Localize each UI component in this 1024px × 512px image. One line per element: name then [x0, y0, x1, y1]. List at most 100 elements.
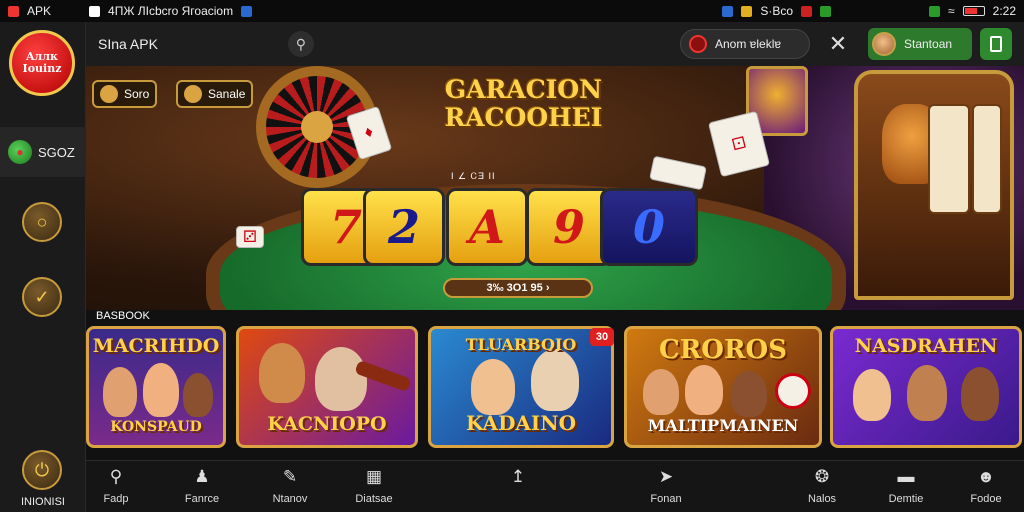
dice-icon: ⚂ [236, 226, 264, 248]
hero-subline: I ∠ ᏟƎ II [451, 171, 496, 181]
hero-title-line1: GARACION [444, 75, 603, 104]
game-card[interactable]: NASDRAHEN [830, 326, 1022, 448]
nav-item-demtie[interactable]: ▬ Demtie [876, 467, 936, 505]
status-notification-text: 4ПЖ ЛІсbcro Ягоасіоm [108, 4, 234, 18]
character-art [531, 349, 579, 411]
character-art [143, 363, 179, 417]
nav-label: Ntanov [272, 493, 308, 505]
start-button[interactable]: Stantoan [868, 28, 972, 60]
number-tile: 2 [363, 188, 445, 266]
chat-icon: ▬ [897, 467, 915, 486]
compass-icon: ❂ [814, 467, 830, 486]
app-logo[interactable]: Aллк Iouinz [9, 30, 75, 96]
nav-label: Fadp [103, 493, 129, 505]
nav-label: Fonan [650, 493, 682, 505]
status-bar: APK 4ПЖ ЛІсbcro Ягоасіоm S·Bco ≈ 2:22 [0, 0, 1024, 22]
game-icon [801, 5, 813, 17]
hero-title: GARACION RACOOHEI [431, 76, 616, 132]
nav-label: Nalos [807, 493, 837, 505]
nav-label: Demtie [888, 493, 924, 505]
nav-item-fonan[interactable]: ➤ Fonan [636, 467, 696, 505]
account-label: Anom ɐleklɐ [715, 37, 782, 51]
coin-icon [184, 85, 202, 103]
rocket-icon: ➤ [658, 467, 674, 486]
flash-icon [722, 5, 734, 17]
players-icon: ♟ [194, 467, 210, 486]
hero-banner[interactable]: Soro Sanale GARACION RACOOHEI I ∠ ᏟƎ II … [86, 66, 1024, 310]
character-art [685, 365, 723, 415]
game-title: CROROS [659, 335, 787, 365]
device-button[interactable] [980, 28, 1012, 60]
nav-item-fadp[interactable]: ⚲ Fadp [86, 467, 146, 505]
number-tile: A [446, 188, 528, 266]
sidebar-item-active[interactable]: ● SGOZ [0, 127, 86, 177]
power-button[interactable]: ⏻ [22, 450, 62, 490]
game-subtitle: KONSPAUD [110, 419, 202, 435]
game-subtitle: KADAINO [465, 411, 576, 435]
tag-button-2[interactable]: Sanale [176, 80, 254, 108]
game-card[interactable]: MACRIHDO KONSPAUD [86, 326, 226, 448]
logo-line2: Iouinz [22, 62, 62, 75]
nav-item-nalos[interactable]: ❂ Nalos [792, 467, 852, 505]
section-title: BASBOOK [96, 310, 150, 322]
sidebar-tool-button[interactable]: ✓ [22, 277, 62, 317]
ring-icon: ○ [36, 211, 48, 232]
dice-icon [775, 373, 811, 409]
account-pill[interactable]: Anom ɐleklɐ [680, 29, 810, 59]
character-art [183, 373, 213, 417]
sidebar-circle-button[interactable]: ○ [22, 202, 62, 242]
nav-item-diatsae[interactable]: ▦ Diatsae [344, 467, 404, 505]
hero-title-line2: RACOOHEI [444, 103, 603, 132]
number-tile: 0 [600, 188, 698, 266]
bluetooth-icon [241, 5, 253, 17]
character-art [907, 365, 947, 421]
tag2-label: Sanale [208, 87, 246, 101]
game-subtitle: MALTIPMAINEN [647, 416, 799, 435]
nav-label: Fodoe [970, 493, 1002, 505]
character-art [961, 367, 999, 421]
tool-icon: ✓ [34, 286, 50, 307]
tag-button-1[interactable]: Soro [92, 80, 158, 108]
nav-label: Fanrce [184, 493, 220, 505]
character-art [731, 371, 767, 417]
character-art [103, 367, 137, 417]
pencil-icon: ✎ [282, 467, 298, 486]
close-icon[interactable]: ✕ [826, 31, 850, 57]
game-card[interactable]: TLUARBOIO KADAINO [428, 326, 614, 448]
slot-reel [972, 104, 1002, 214]
coin-icon [741, 5, 753, 17]
chip-icon [100, 85, 118, 103]
phone-icon [990, 36, 1002, 52]
score-bar: 3‰ 3O1 95 › [443, 278, 593, 298]
game-title: KACNIOPO [267, 413, 387, 435]
count-badge: 30 [590, 328, 614, 346]
nav-item-fodoe[interactable]: ☻ Fodoe [956, 467, 1016, 505]
status-time: 2:22 [992, 4, 1016, 18]
record-icon [689, 35, 707, 53]
game-card[interactable]: KACNIOPO [236, 326, 418, 448]
slot-machine [854, 70, 1014, 300]
film-icon: ▦ [365, 467, 383, 486]
app-title: SIna APK [98, 36, 158, 52]
bottom-nav: ⚲ Fadp ♟ Fanrce ✎ Ntanov ▦ Diatsae ↥ ➤ F… [86, 460, 1024, 512]
game-title: NASDRAHEN [854, 335, 998, 357]
game-card[interactable]: CROROS MALTIPMAINEN [624, 326, 822, 448]
nav-item-fanrce[interactable]: ♟ Fanrce [172, 467, 232, 505]
search-icon[interactable]: ⚲ [287, 31, 314, 57]
game-title: TLUARBOIO [465, 335, 577, 354]
user-icon: ☻ [977, 467, 995, 486]
left-sidebar: Aллк Iouinz ● SGOZ ○ ✓ ⏻ INIONISI [0, 22, 86, 512]
status-app-label: APK [27, 4, 52, 18]
character-art [853, 369, 891, 421]
avatar [872, 32, 896, 56]
nav-item-arrow[interactable]: ↥ [488, 467, 548, 493]
globe-icon: ● [8, 140, 32, 164]
character-art [259, 343, 305, 403]
sidebar-item-label: SGOZ [38, 144, 75, 160]
character-art [643, 369, 679, 415]
tag1-label: Soro [124, 87, 150, 101]
search-icon: ⚲ [109, 467, 123, 486]
nav-item-ntanov[interactable]: ✎ Ntanov [260, 467, 320, 505]
arrow-icon: ↥ [510, 467, 526, 486]
game-list: MACRIHDO KONSPAUD KACNIOPO TLUARBOIO KAD… [86, 322, 1024, 452]
